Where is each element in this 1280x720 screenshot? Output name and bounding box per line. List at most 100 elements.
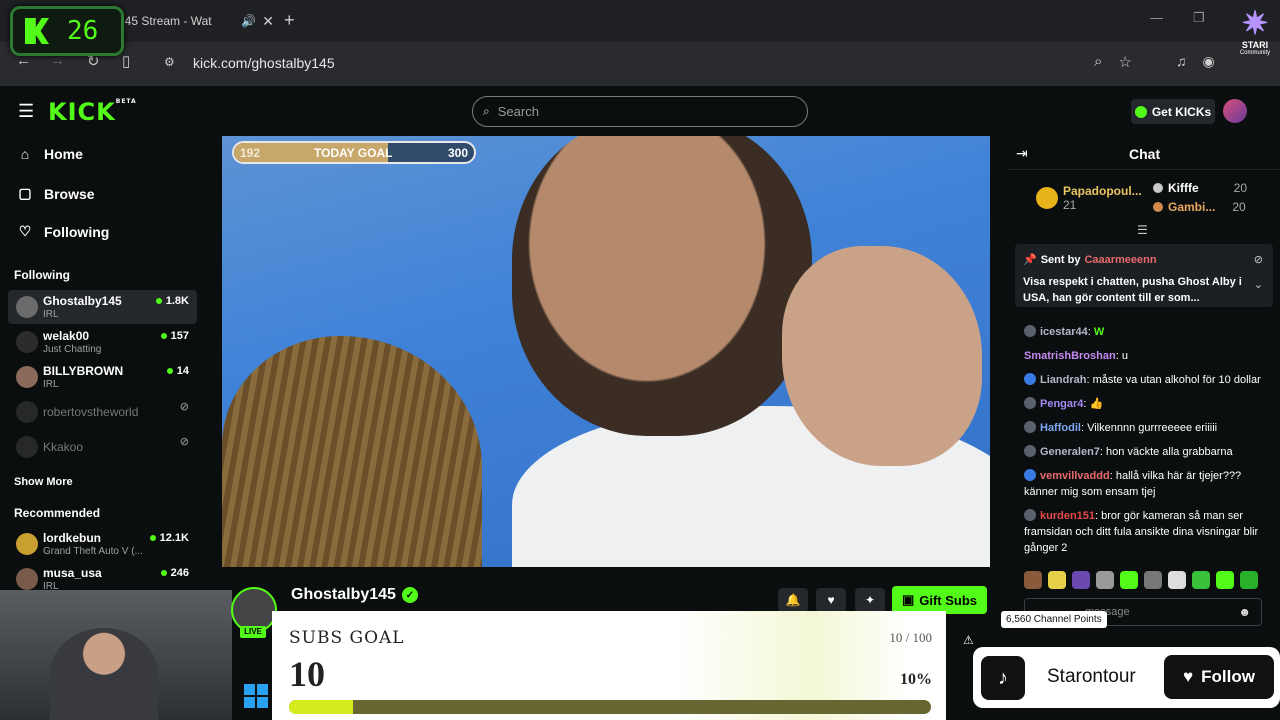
- gifter-name: Papadopoul...: [1063, 184, 1142, 198]
- pinned-message[interactable]: 📌 Sent by Caaarmeeenn Visa respekt i cha…: [1015, 244, 1273, 307]
- speaker-icon[interactable]: 🔊: [241, 14, 256, 28]
- emote-icon[interactable]: [1216, 571, 1234, 589]
- video-scene-hand: [782, 246, 982, 466]
- chat-user[interactable]: Haffodil: [1040, 422, 1081, 434]
- rank-badge: [1153, 183, 1163, 193]
- emote-icon[interactable]: [1120, 571, 1138, 589]
- emote-icon[interactable]: [1240, 571, 1258, 589]
- collapse-chat-icon[interactable]: ⇥: [1016, 145, 1028, 162]
- subs-goal-value: 10: [289, 654, 325, 694]
- tiktok-follow-button[interactable]: ♥ Follow: [1164, 655, 1274, 699]
- chat-text: u: [1121, 350, 1128, 362]
- emote-icon[interactable]: [1168, 571, 1186, 589]
- url-text[interactable]: kick.com/ghostalby145: [193, 55, 335, 71]
- sidebar-item-browse[interactable]: ▢ Browse: [18, 185, 94, 202]
- show-more-link[interactable]: Show More: [14, 476, 73, 488]
- chat-message: vemvillvaddd: hallå vilka här är tjejer?…: [1024, 469, 1242, 498]
- streamer-webcam: [0, 590, 232, 720]
- home-icon: ⌂: [20, 146, 30, 162]
- sidebar-item-following[interactable]: ♡ Following: [18, 223, 110, 240]
- url-box[interactable]: ⚙ kick.com/ghostalby145: [158, 48, 1158, 78]
- channel-category: Grand Theft Auto V (...: [43, 546, 143, 557]
- top-gifter[interactable]: Papadopoul... 21: [1036, 184, 1142, 212]
- split-view-icon[interactable]: ▯: [122, 52, 130, 70]
- expand-gifters-icon[interactable]: ☰: [1137, 223, 1148, 237]
- user-avatar[interactable]: [1223, 99, 1247, 123]
- live-badge: LIVE: [240, 626, 266, 638]
- gift-subs-button[interactable]: ▣ Gift Subs: [892, 586, 987, 614]
- chat-user[interactable]: Liandrah: [1040, 374, 1086, 386]
- avatar: [16, 331, 38, 353]
- top-gifter[interactable]: Kifffe 20: [1153, 181, 1247, 195]
- goal-target: 300: [447, 146, 468, 160]
- chat-user[interactable]: vemvillvaddd: [1040, 470, 1110, 482]
- emote-icon[interactable]: [1192, 571, 1210, 589]
- menu-hamburger-icon[interactable]: ☰: [18, 101, 34, 122]
- channel-name: welak00: [43, 329, 90, 343]
- heart-icon: ♥: [827, 593, 835, 607]
- chat-title: Chat: [1129, 146, 1161, 162]
- viewer-count: 12.1K: [149, 532, 189, 544]
- webcam-person: [50, 628, 158, 720]
- emote-icon[interactable]: [1024, 571, 1042, 589]
- chat-user[interactable]: icestar44: [1040, 326, 1088, 338]
- stari-label: STARI: [1241, 40, 1269, 50]
- chat-user[interactable]: SmatrishBroshan: [1024, 350, 1116, 362]
- kick-k-icon: [25, 18, 49, 44]
- emote-icon[interactable]: [1144, 571, 1162, 589]
- channel-item[interactable]: BILLYBROWN IRL 14: [8, 360, 197, 394]
- follow-heart-button[interactable]: ♥: [816, 588, 846, 612]
- close-tab-icon[interactable]: ✕: [262, 13, 274, 30]
- offline-icon: ⊘: [179, 436, 189, 448]
- browser-tab[interactable]: 145 Stream - Wat 🔊 ✕: [118, 6, 278, 36]
- emote-icon: W: [1093, 326, 1105, 338]
- video-player[interactable]: [222, 136, 990, 567]
- site-info-icon[interactable]: ⚙: [164, 55, 175, 69]
- emote-icon[interactable]: [1048, 571, 1066, 589]
- subs-goal-count: 10 / 100: [889, 630, 932, 645]
- emoji-picker-icon[interactable]: ☻: [1238, 605, 1251, 619]
- emote-icon[interactable]: [1072, 571, 1090, 589]
- channel-item-offline[interactable]: robertovstheworld ⊘: [8, 395, 197, 429]
- subs-goal-percent: 10%: [900, 671, 932, 688]
- channel-item[interactable]: lordkebun Grand Theft Auto V (... 12.1K: [8, 527, 197, 561]
- unpin-icon[interactable]: ⊘: [1254, 253, 1263, 266]
- notification-bell-button[interactable]: 🔔: [778, 588, 808, 612]
- gift-icon: ▣: [901, 592, 915, 607]
- browse-icon: ▢: [18, 185, 32, 201]
- search-icon: ⌕: [483, 104, 490, 118]
- viewer-count-text: 246: [170, 567, 189, 579]
- channel-item-offline[interactable]: Kkakoo ⊘: [8, 430, 197, 464]
- chevron-down-icon[interactable]: ⌄: [1254, 278, 1263, 291]
- chat-user[interactable]: kurden151: [1040, 510, 1095, 522]
- minimize-icon[interactable]: —: [1150, 10, 1163, 26]
- tiktok-follow-overlay: ♪ Starontour ♥ Follow: [973, 647, 1280, 708]
- bell-icon: 🔔: [785, 593, 801, 607]
- thumb-emote-icon: 👍: [1089, 398, 1104, 410]
- gifter-count: 20: [1232, 200, 1246, 214]
- channel-name: lordkebun: [43, 531, 102, 545]
- search-input[interactable]: ⌕ Search: [472, 96, 808, 127]
- channel-category: IRL: [43, 309, 59, 320]
- top-gifter[interactable]: Gambi... 20: [1153, 200, 1246, 214]
- sidebar-item-home[interactable]: ⌂ Home: [18, 146, 83, 162]
- kick-logo[interactable]: KICKBETA: [48, 98, 137, 126]
- chat-text: hon väckte alla grabbarna: [1106, 446, 1233, 458]
- new-tab-icon[interactable]: +: [284, 10, 295, 31]
- profile-icon[interactable]: ◉: [1203, 53, 1215, 70]
- goal-current: 192: [240, 146, 261, 160]
- channel-item[interactable]: welak00 Just Chatting 157: [8, 325, 197, 359]
- media-control-icon[interactable]: ♫: [1176, 53, 1187, 70]
- url-icons: ⌕ ☆: [1094, 53, 1132, 71]
- sparkle-button[interactable]: ✦: [855, 588, 885, 612]
- get-kicks-button[interactable]: Get KICKs: [1131, 99, 1215, 124]
- channel-item[interactable]: Ghostalby145 IRL 1.8K: [8, 290, 197, 324]
- emote-icon[interactable]: [1096, 571, 1114, 589]
- bookmark-star-icon[interactable]: ☆: [1118, 53, 1131, 71]
- kicks-coin-icon: [1134, 105, 1147, 118]
- maximize-icon[interactable]: ❐: [1193, 10, 1205, 26]
- chat-user[interactable]: Generalen7: [1040, 446, 1100, 458]
- zoom-icon[interactable]: ⌕: [1094, 53, 1102, 71]
- chat-user[interactable]: Pengar4: [1040, 398, 1083, 410]
- channel-title[interactable]: Ghostalby145 ✓: [291, 586, 418, 604]
